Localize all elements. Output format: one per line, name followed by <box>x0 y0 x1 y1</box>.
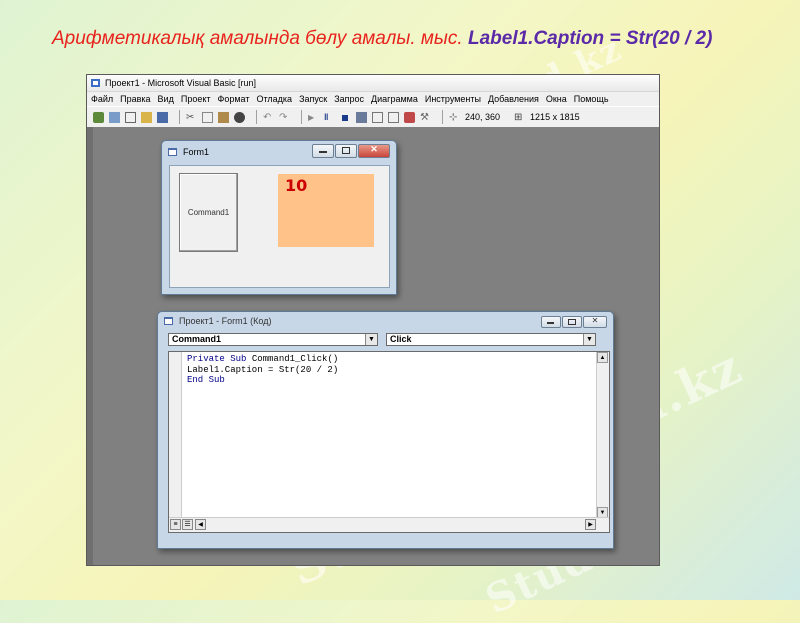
minimize-button[interactable] <box>312 144 334 158</box>
stop-icon[interactable] <box>340 112 351 123</box>
position-icon: ⊹ <box>449 111 458 123</box>
command1-button[interactable]: Command1 <box>179 173 238 252</box>
find-icon[interactable] <box>234 111 245 123</box>
label1-output: 10 <box>278 174 374 247</box>
code-line-3: End Sub <box>187 375 225 385</box>
project-explorer-icon[interactable] <box>356 111 367 123</box>
toolbar-separator <box>442 110 443 124</box>
menu-help[interactable]: Помощь <box>574 94 609 104</box>
menu-query[interactable]: Запрос <box>334 94 364 104</box>
heading-text: Арифметикалық амалында бөлу амалы. мыс. <box>52 28 463 49</box>
menu-diagram[interactable]: Диаграмма <box>371 94 418 104</box>
workspace-edge <box>87 127 93 565</box>
ide-title: Проект1 - Microsoft Visual Basic [run] <box>105 78 257 88</box>
add-form-icon[interactable] <box>109 111 120 123</box>
menu-addins[interactable]: Добавления <box>488 94 539 104</box>
menu-format[interactable]: Формат <box>218 94 250 104</box>
position-readout: 240, 360 <box>465 112 501 122</box>
procedure-view-icon[interactable]: ≡ <box>170 519 181 530</box>
code-editor[interactable]: Private Sub Command1_Click() Label1.Capt… <box>168 351 610 533</box>
code-window-icon <box>164 317 173 325</box>
menu-project[interactable]: Проект <box>181 94 211 104</box>
toolbar-separator <box>179 110 180 124</box>
form-layout-icon[interactable] <box>388 111 399 123</box>
code-combos: Command1 ▼ Click ▼ <box>168 333 599 348</box>
save-icon[interactable] <box>157 111 168 123</box>
slide-heading: Арифметикалық амалында бөлу амалы. мыс. … <box>52 28 712 50</box>
code-text[interactable]: Private Sub Command1_Click() Label1.Capt… <box>187 354 338 386</box>
full-module-view-icon[interactable]: ☰ <box>182 519 193 530</box>
menu-edit[interactable]: Правка <box>120 94 150 104</box>
copy-icon[interactable] <box>202 111 213 123</box>
cut-icon[interactable]: ✂ <box>186 112 197 123</box>
menu-file[interactable]: Файл <box>91 94 113 104</box>
code-keyword: Private <box>187 354 225 364</box>
menu-view[interactable]: Вид <box>158 94 174 104</box>
open-icon[interactable] <box>141 111 152 123</box>
scroll-up-icon[interactable]: ▲ <box>597 352 608 363</box>
object-combo[interactable]: Command1 ▼ <box>168 333 378 346</box>
horizontal-scrollbar[interactable]: ≡ ☰ ◀ ▶ <box>169 517 609 532</box>
code-margin <box>169 352 182 518</box>
add-project-icon[interactable] <box>93 111 104 123</box>
code-line-1: Private Sub Command1_Click() <box>187 354 338 364</box>
redo-icon[interactable]: ↷ <box>279 112 290 123</box>
code-line-2: Label1.Caption = Str(20 / 2) <box>187 364 339 375</box>
procedure-combo[interactable]: Click ▼ <box>386 333 596 346</box>
size-readout: 1215 x 1815 <box>530 112 580 122</box>
chevron-down-icon[interactable]: ▼ <box>365 334 377 345</box>
object-combo-value: Command1 <box>172 334 222 344</box>
ide-titlebar: Проект1 - Microsoft Visual Basic [run] <box>87 75 659 92</box>
workspace: Form1 ✕ Command1 10 Проект1 - Form1 (Код… <box>87 127 659 565</box>
code-window-controls: ✕ <box>540 316 607 328</box>
form1-window-controls: ✕ <box>311 144 390 158</box>
close-button[interactable]: ✕ <box>358 144 390 158</box>
procedure-combo-value: Click <box>390 334 412 344</box>
properties-icon[interactable] <box>372 111 383 123</box>
code-keyword: End <box>187 375 204 385</box>
undo-icon[interactable]: ↶ <box>263 112 274 123</box>
minimize-button[interactable] <box>541 316 561 328</box>
form1-title: Form1 <box>183 147 210 157</box>
code-keyword: Sub <box>230 354 247 364</box>
form1-window[interactable]: Form1 ✕ Command1 10 <box>161 140 397 295</box>
vb-app-icon <box>91 79 100 87</box>
menu-window[interactable]: Окна <box>546 94 567 104</box>
maximize-button[interactable] <box>562 316 582 328</box>
form1-client-area: Command1 10 <box>169 165 390 288</box>
code-token: Command1_Click() <box>251 354 339 364</box>
maximize-button[interactable] <box>335 144 357 158</box>
form-icon <box>168 148 177 156</box>
heading-code: Label1.Caption = Str(20 / 2) <box>467 28 713 49</box>
vertical-scrollbar[interactable]: ▲ ▼ <box>596 352 609 518</box>
code-window[interactable]: Проект1 - Form1 (Код) ✕ Command1 ▼ Click… <box>157 311 614 549</box>
size-icon: ⊞ <box>514 111 523 123</box>
chevron-down-icon[interactable]: ▼ <box>583 334 595 345</box>
toolbar: ✂ ↶ ↷ ▶ ‖ ⚒ ⊹ 240, 360 ⊞ 1215 x 1815 <box>87 106 659 128</box>
toolbox-icon[interactable]: ⚒ <box>420 112 431 123</box>
scroll-left-icon[interactable]: ◀ <box>195 519 206 530</box>
pause-icon[interactable]: ‖ <box>324 112 335 123</box>
menu-editor-icon[interactable] <box>125 111 136 123</box>
scroll-right-icon[interactable]: ▶ <box>585 519 596 530</box>
object-browser-icon[interactable] <box>404 111 415 123</box>
menu-run[interactable]: Запуск <box>299 94 327 104</box>
vb-ide-window: Проект1 - Microsoft Visual Basic [run] Ф… <box>86 74 660 566</box>
code-keyword: Sub <box>208 375 225 385</box>
menu-tools[interactable]: Инструменты <box>425 94 481 104</box>
menu-debug[interactable]: Отладка <box>256 94 292 104</box>
start-icon[interactable]: ▶ <box>308 112 319 123</box>
paste-icon[interactable] <box>218 111 229 123</box>
code-window-title: Проект1 - Form1 (Код) <box>179 316 272 326</box>
close-button[interactable]: ✕ <box>583 316 607 328</box>
toolbar-separator <box>301 110 302 124</box>
menubar: Файл Правка Вид Проект Формат Отладка За… <box>87 92 659 106</box>
toolbar-separator <box>256 110 257 124</box>
